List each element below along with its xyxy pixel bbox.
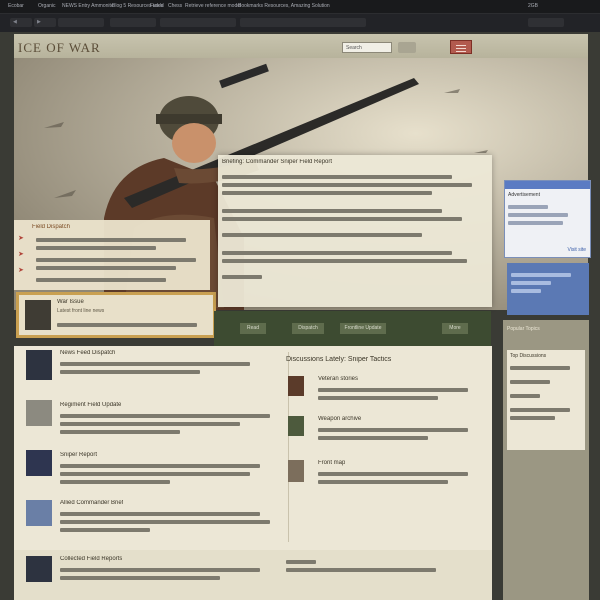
discussion-title[interactable]: Veteran stories bbox=[318, 376, 358, 382]
discussion-thumbnail[interactable] bbox=[288, 376, 304, 396]
news-title[interactable]: News Feed Dispatch bbox=[60, 350, 115, 356]
tab-2[interactable]: NEWS Entry Ammonite bbox=[62, 2, 114, 11]
search-button[interactable] bbox=[398, 42, 416, 53]
discussion-thumbnail[interactable] bbox=[288, 416, 304, 436]
arrow-icon: ➤ bbox=[18, 267, 24, 274]
bookmark-item[interactable] bbox=[240, 18, 366, 27]
browser-tab-bar: Ecobar Organic NEWS Entry Ammonite Blog … bbox=[0, 0, 600, 14]
category-button[interactable]: More bbox=[442, 323, 468, 334]
discussion-title[interactable]: Weapon archive bbox=[318, 416, 361, 422]
news-title[interactable]: Regiment Field Update bbox=[60, 402, 121, 408]
bookmark-item[interactable] bbox=[160, 18, 236, 27]
category-button[interactable]: Dispatch bbox=[292, 323, 324, 334]
category-button[interactable]: Read bbox=[240, 323, 266, 334]
tab-0[interactable]: Ecobar bbox=[8, 2, 24, 11]
news-thumbnail[interactable] bbox=[26, 450, 52, 476]
site-logo[interactable]: ICE OF WAR bbox=[18, 40, 101, 56]
browser-nav-bar: ◀ ▶ bbox=[0, 14, 600, 32]
forward-icon[interactable]: ▶ bbox=[34, 18, 56, 27]
arrow-icon: ➤ bbox=[18, 235, 24, 242]
discussion-heading[interactable]: Discussions Lately: Sniper Tactics bbox=[286, 356, 391, 363]
dispatch-title: Field Dispatch bbox=[32, 224, 71, 230]
back-icon[interactable]: ◀ bbox=[10, 18, 32, 27]
tab-4[interactable]: Fields bbox=[150, 2, 163, 11]
strip-caption[interactable]: Collected Field Reports bbox=[60, 556, 122, 562]
news-thumbnail[interactable] bbox=[26, 500, 52, 526]
news-title[interactable]: Allied Commander Brief bbox=[60, 500, 123, 506]
right-sidebar: Popular Topics Top Discussions bbox=[503, 320, 589, 600]
sidebar-subheading: Top Discussions bbox=[510, 353, 547, 359]
ad-banner-blue[interactable] bbox=[507, 263, 589, 315]
feature-card[interactable]: War Issue Latest front line news bbox=[16, 292, 216, 338]
article-panel: Briefing: Commander Sniper Field Report bbox=[218, 155, 492, 307]
news-thumbnail[interactable] bbox=[26, 400, 52, 426]
ad-header bbox=[505, 181, 590, 189]
sidebar-heading: Popular Topics bbox=[507, 326, 540, 332]
bottom-strip: Collected Field Reports bbox=[14, 550, 492, 600]
feature-thumbnail[interactable] bbox=[25, 300, 51, 330]
tab-7[interactable]: Bookmarks Resources, Amazing Solution bbox=[238, 2, 330, 11]
discussion-title[interactable]: Front map bbox=[318, 460, 345, 466]
menu-item[interactable] bbox=[528, 18, 564, 27]
hamburger-icon[interactable] bbox=[450, 40, 472, 54]
tab-8[interactable]: 2GB bbox=[528, 2, 538, 11]
tab-5[interactable]: Chess bbox=[168, 2, 182, 11]
article-title[interactable]: Briefing: Commander Sniper Field Report bbox=[222, 159, 332, 165]
sidebar-box: Top Discussions bbox=[507, 350, 585, 450]
strip-thumbnail[interactable] bbox=[26, 556, 52, 582]
bookmark-item[interactable] bbox=[110, 18, 156, 27]
ad-box[interactable]: Advertisement Visit site bbox=[504, 180, 591, 258]
category-band: Read Dispatch Frontline Update More bbox=[214, 311, 491, 347]
discussion-thumbnail[interactable] bbox=[288, 460, 304, 482]
url-field[interactable] bbox=[58, 18, 104, 27]
tab-6[interactable]: Retrieve reference model bbox=[185, 2, 241, 11]
dispatch-panel: Field Dispatch ➤ ➤ ➤ bbox=[14, 220, 210, 290]
arrow-icon: ➤ bbox=[18, 251, 24, 258]
tab-1[interactable]: Organic bbox=[38, 2, 56, 11]
feature-subtitle: Latest front line news bbox=[57, 308, 105, 314]
ad-title: Advertisement bbox=[508, 192, 540, 198]
category-button[interactable]: Frontline Update bbox=[340, 323, 386, 334]
search-input[interactable]: Search bbox=[342, 42, 392, 53]
ad-link[interactable]: Visit site bbox=[567, 247, 586, 253]
news-thumbnail[interactable] bbox=[26, 350, 52, 380]
feature-title[interactable]: War Issue bbox=[57, 299, 84, 305]
news-title[interactable]: Sniper Report bbox=[60, 452, 97, 458]
